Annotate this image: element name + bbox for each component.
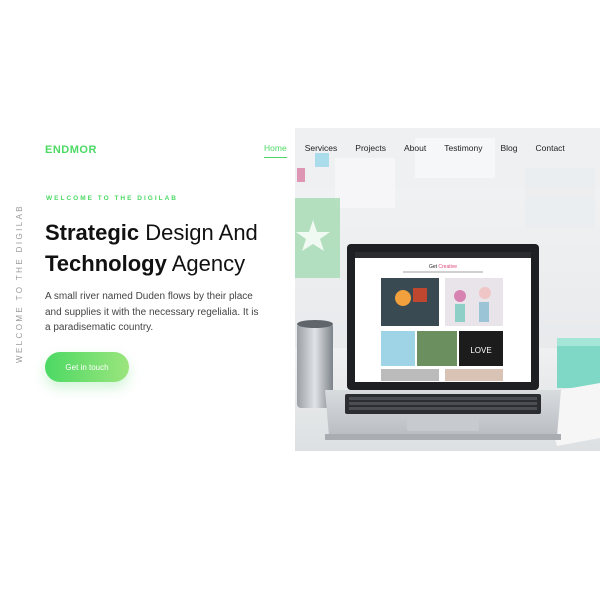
screen-love-tile: LOVE (470, 346, 491, 355)
hero-photo: Get Creative LOVE (295, 128, 600, 451)
headline-strategic: Strategic (45, 220, 140, 245)
hero-description: A small river named Duden flows by their… (45, 291, 259, 333)
vertical-side-label: WELCOME TO THE DIGILAB (15, 203, 24, 363)
headline-agency: Agency (166, 251, 246, 276)
hero-headline: Strategic Design And Technology Agency (45, 217, 258, 279)
nav-item-testimony[interactable]: Testimony (444, 143, 482, 158)
screen-heading: Get Creative (429, 264, 457, 270)
hero-section: ENDMOR Home Services Projects About Test… (0, 128, 600, 451)
main-nav: Home Services Projects About Testimony B… (264, 143, 583, 158)
headline-technology: Technology (45, 251, 167, 276)
nav-item-about[interactable]: About (404, 143, 426, 158)
nav-item-home[interactable]: Home (264, 143, 287, 158)
nav-item-contact[interactable]: Contact (536, 143, 565, 158)
brand-logo[interactable]: ENDMOR (45, 144, 97, 156)
get-in-touch-button[interactable]: Get in touch (45, 352, 129, 382)
headline-design-and: Design And (139, 220, 258, 245)
laptop-photo-illustration: Get Creative LOVE (295, 128, 600, 451)
nav-item-blog[interactable]: Blog (500, 143, 517, 158)
nav-item-projects[interactable]: Projects (355, 143, 386, 158)
nav-item-services[interactable]: Services (305, 143, 338, 158)
hero-eyebrow: WELCOME TO THE DIGILAB (46, 195, 178, 202)
headline-line-1: Strategic Design And (45, 217, 258, 248)
headline-line-2: Technology Agency (45, 248, 258, 279)
